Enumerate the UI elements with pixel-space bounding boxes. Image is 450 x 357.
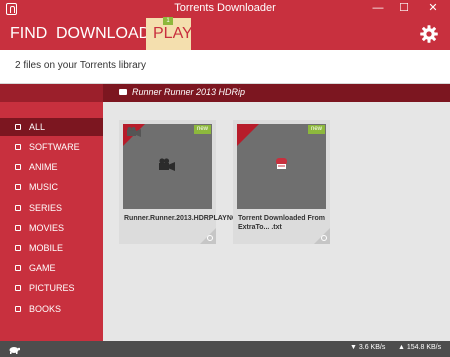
new-badge: new [193,125,211,134]
sidebar-item-anime[interactable]: ANIME [0,158,103,176]
video-camera-icon [159,158,175,171]
library-info-bar: 2 files on your Torrents library [0,50,450,84]
close-button[interactable]: ✕ [418,0,448,18]
folder-icon [119,89,127,95]
main-nav: FIND DOWNLOADS 1 PLAY [0,17,450,50]
corner-flag [237,124,259,146]
mobile-icon [15,245,21,251]
sidebar-item-software[interactable]: SOFTWARE [0,138,103,156]
game-icon [15,265,21,271]
library-summary: 2 files on your Torrents library [15,60,146,71]
file-card[interactable]: new Runner.Runner.2013.HDRPLAYNOW.mp4 [119,120,260,244]
music-icon [15,184,21,190]
sidebar-item-label: MUSIC [29,182,58,192]
play-count-badge: 1 [163,17,173,25]
text-file-icon [276,158,287,169]
tab-find[interactable]: FIND [10,18,47,50]
sidebar-item-label: MOVIES [29,223,65,233]
anime-icon [15,164,21,170]
folder-bar[interactable]: Runner Runner 2013 HDRip [103,84,450,102]
sidebar-item-music[interactable]: MUSIC [0,178,103,196]
sidebar-item-series[interactable]: SERIES [0,199,103,217]
music-note-icon [15,124,21,130]
file-info-icon[interactable] [207,235,213,241]
sidebar-item-movies[interactable]: MOVIES [0,219,103,237]
minimize-button[interactable]: — [366,0,390,18]
sidebar-item-books[interactable]: BOOKS [0,300,103,318]
new-badge: new [307,125,325,134]
title-bar: Torrents Downloader — ☐ ✕ [0,0,450,18]
movies-icon [15,225,21,231]
sidebar-item-label: ANIME [29,162,58,172]
turtle-icon[interactable] [8,344,20,354]
tab-play-label: PLAY [153,25,193,42]
sidebar-item-all[interactable]: ALL [0,118,103,136]
sidebar-item-label: MOBILE [29,243,64,253]
tab-play[interactable]: 1 PLAY [146,17,193,50]
file-grid: new Runner.Runner.2013.HDRPLAYNOW.mp4 ne… [103,102,450,341]
category-sidebar: ALL SOFTWARE ANIME MUSIC SERIES MOVIES M… [0,84,103,341]
sidebar-item-label: ALL [29,122,46,132]
sidebar-item-mobile[interactable]: MOBILE [0,239,103,257]
file-name: Torrent Downloaded From ExtraTo... .txt [238,215,325,231]
pictures-icon [15,285,21,291]
sidebar-item-label: GAME [29,263,56,273]
sidebar-item-pictures[interactable]: PICTURES [0,279,103,297]
status-bar: ▼ 3.6 KB/s ▲ 154.8 KB/s [0,341,450,357]
sidebar-item-label: SERIES [29,203,63,213]
series-icon [15,205,21,211]
maximize-button[interactable]: ☐ [392,0,416,18]
sidebar-header [0,84,103,102]
software-icon [15,144,21,150]
file-info-icon[interactable] [321,235,327,241]
sidebar-item-game[interactable]: GAME [0,259,103,277]
upload-speed: ▲ 154.8 KB/s [398,344,442,351]
books-icon [15,306,21,312]
file-name: Runner.Runner.2013.HDRPLAYNOW.mp4 [124,215,260,222]
folder-name: Runner Runner 2013 HDRip [132,87,246,97]
file-card[interactable]: new Torrent Downloaded From ExtraTo... .… [233,120,330,244]
download-speed: ▼ 3.6 KB/s [350,344,386,351]
video-camera-small-icon [127,127,141,137]
sidebar-item-label: PICTURES [29,283,75,293]
sidebar-item-label: BOOKS [29,304,62,314]
gear-icon[interactable] [419,24,439,44]
sidebar-item-label: SOFTWARE [29,142,80,152]
